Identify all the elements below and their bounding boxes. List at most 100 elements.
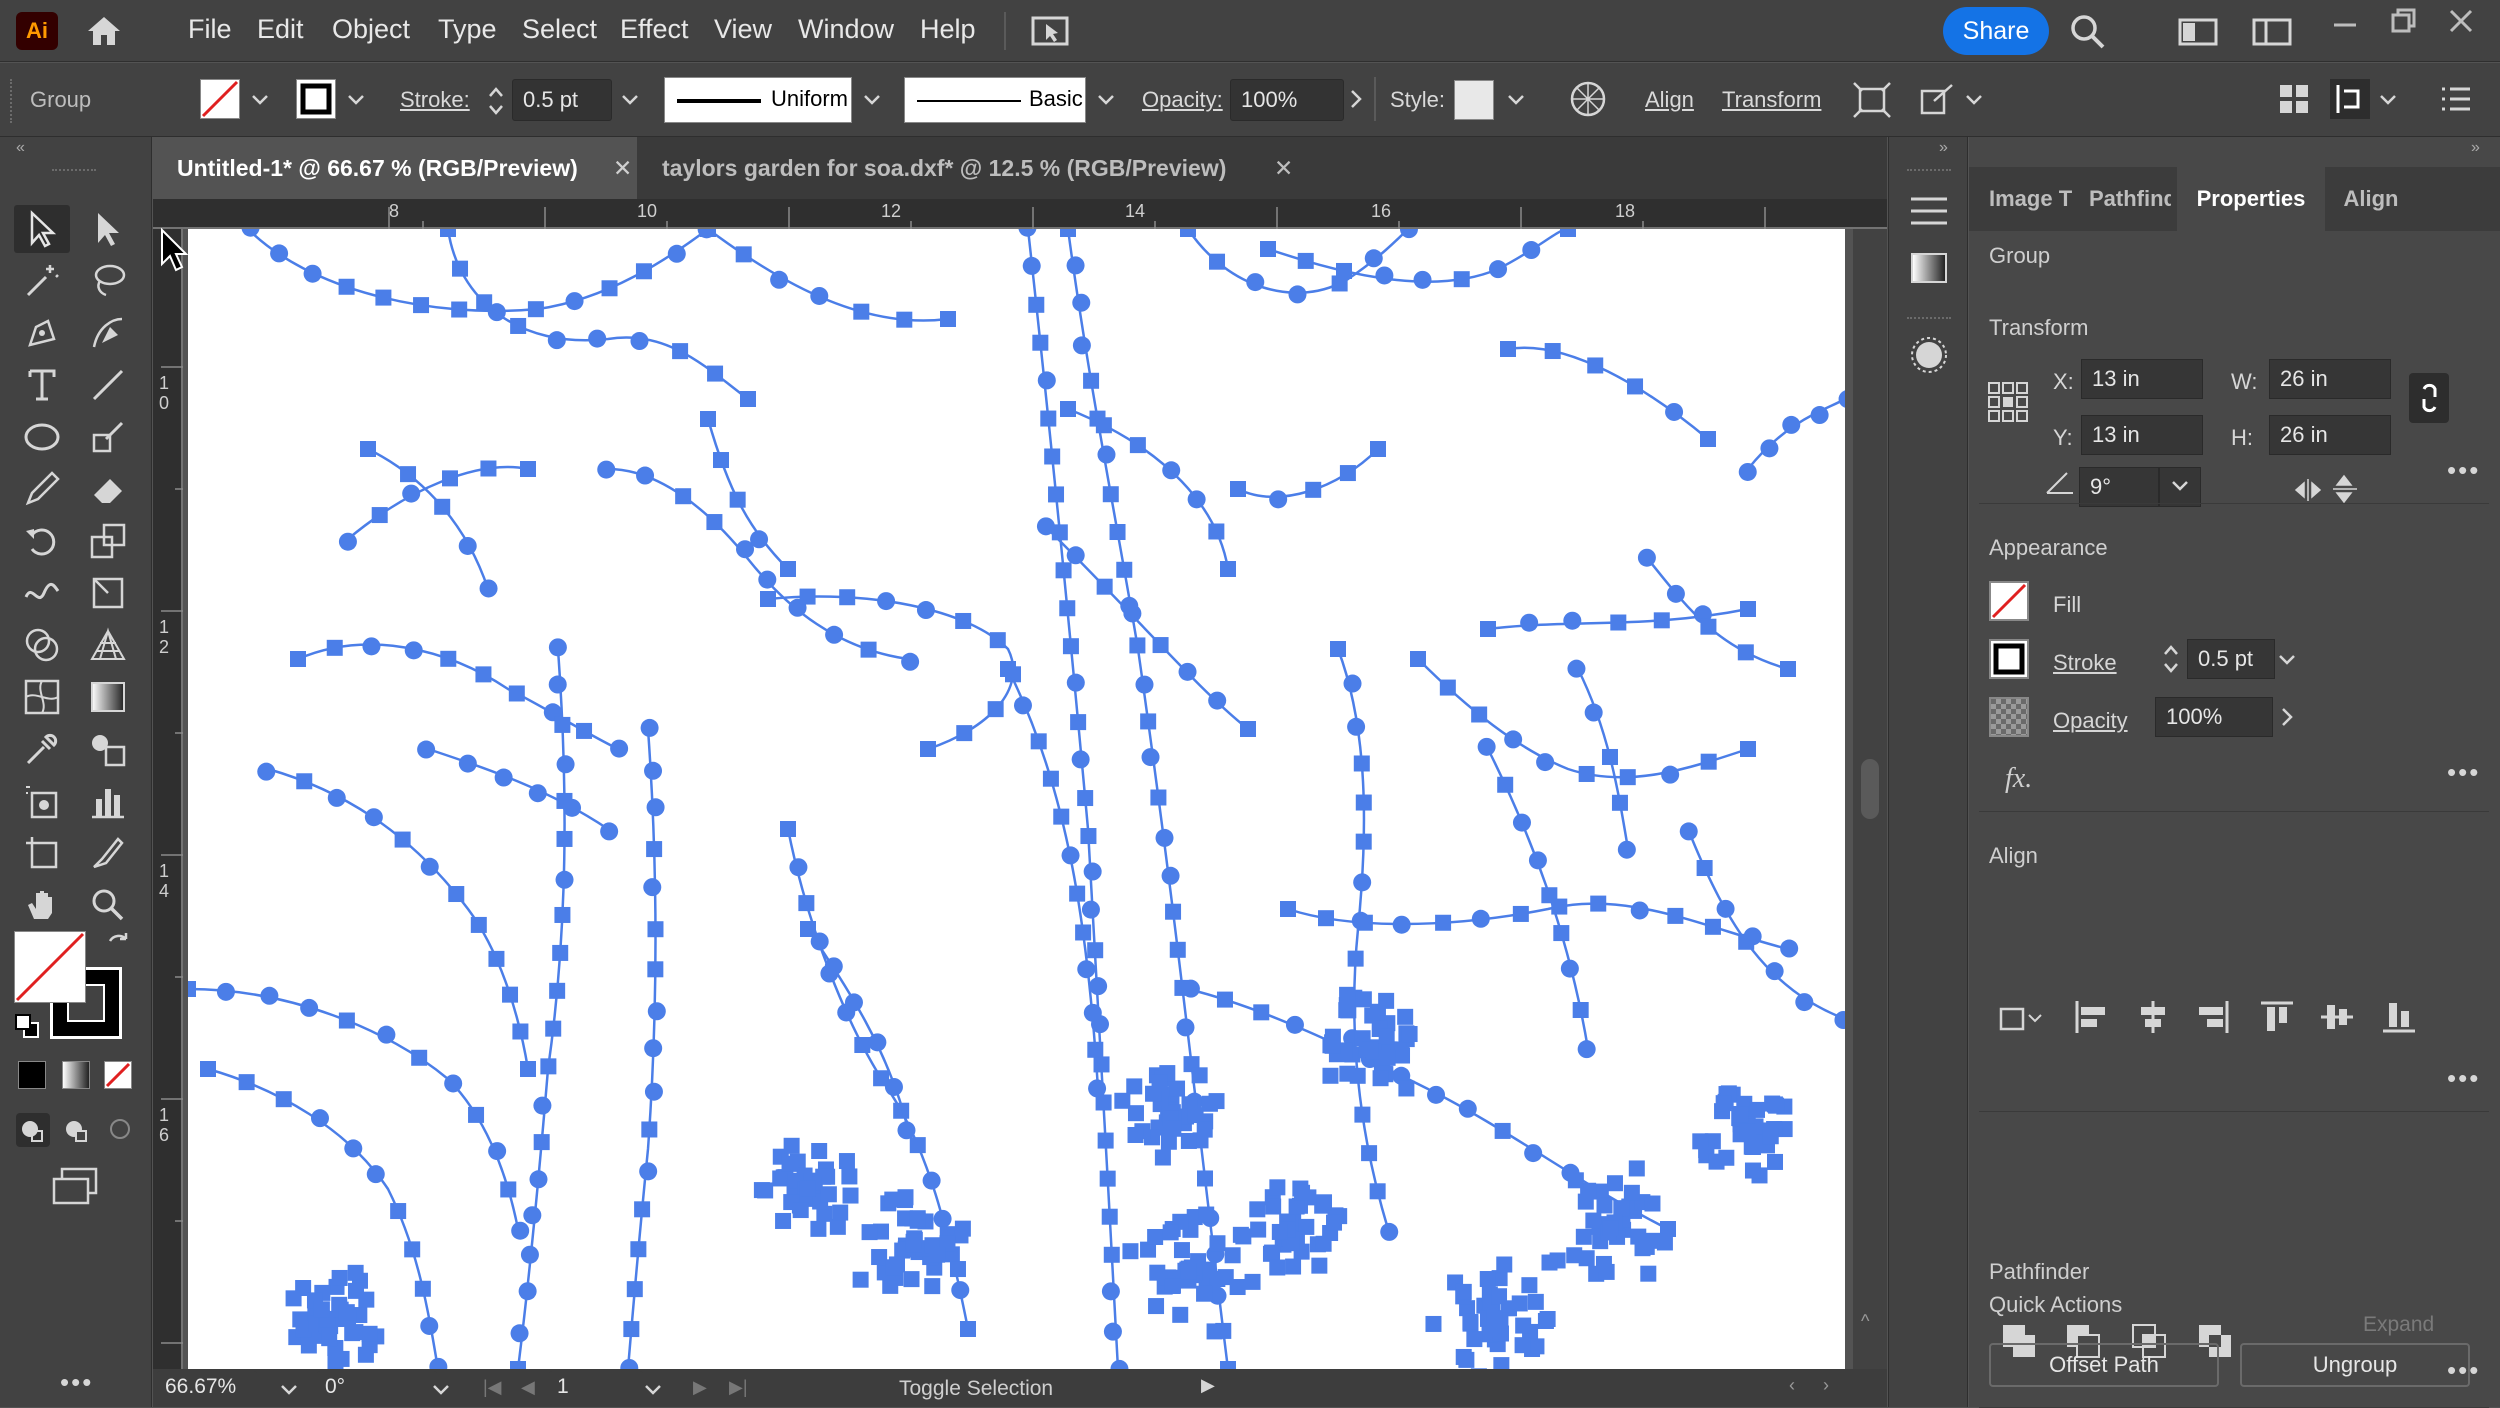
anchor-point[interactable] [1601,748,1618,765]
anchor-point[interactable] [1114,1092,1131,1109]
anchor-point[interactable] [1155,828,1174,847]
anchor-point[interactable] [1089,977,1108,996]
anchor-point[interactable] [1704,918,1721,935]
anchor-point[interactable] [1097,445,1116,464]
anchor-point[interactable] [1810,406,1829,425]
menu-object[interactable]: Object [332,14,410,45]
anchor-point[interactable] [1692,1133,1709,1150]
anchor-point[interactable] [1744,1162,1761,1179]
anchor-point[interactable] [1521,1277,1538,1294]
next-artboard-icon[interactable]: ▶ [693,1377,707,1398]
anchor-point[interactable] [1627,378,1644,395]
anchor-point[interactable] [740,391,756,407]
anchor-point[interactable] [597,460,616,479]
anchor-point[interactable] [1780,939,1799,958]
anchor-point[interactable] [842,1187,859,1204]
anchor-point[interactable] [1338,1002,1355,1019]
anchor-point[interactable] [729,491,746,508]
isolate-group-icon[interactable] [1916,81,1956,119]
anchor-point[interactable] [290,651,306,667]
anchor-point[interactable] [1315,1235,1332,1252]
anchor-point[interactable] [854,1037,871,1054]
pencil-tool-icon[interactable] [14,465,70,513]
tab-taylors-garden[interactable]: taylors garden for soa.dxf* @ 12.5 % (RG… [638,137,1300,199]
stroke-swatch[interactable] [1989,639,2029,679]
art-path[interactable] [1507,346,1709,440]
anchor-point[interactable] [667,244,686,263]
anchor-point[interactable] [1135,675,1154,694]
anchor-point[interactable] [1180,1263,1197,1280]
direct-selection-tool-icon[interactable] [80,205,136,253]
anchor-point[interactable] [960,1321,976,1337]
anchor-point[interactable] [1151,1074,1168,1091]
anchor-point[interactable] [951,1281,970,1300]
anchor-point[interactable] [327,1355,344,1369]
anchor-point[interactable] [1208,523,1225,540]
anchor-point[interactable] [556,830,573,847]
anchor-point[interactable] [1311,1257,1328,1274]
anchor-point[interactable] [1316,1194,1333,1211]
anchor-point[interactable] [839,589,856,606]
anchor-point[interactable] [429,1357,448,1369]
chevron-down-icon[interactable] [431,1383,451,1397]
anchor-point[interactable] [647,921,664,938]
anchor-point[interactable] [1567,659,1586,678]
anchor-point[interactable] [1397,1008,1414,1025]
panel-layout-icon[interactable] [2252,16,2292,48]
brush-definition[interactable]: Basic [904,77,1086,123]
anchor-point[interactable] [1553,925,1570,942]
anchor-point[interactable] [512,1023,529,1040]
status-menu-icon[interactable]: ▶ [1201,1375,1215,1396]
more-tools-icon[interactable]: ••• [60,1367,93,1398]
anchor-point[interactable] [1353,755,1370,772]
anchor-point[interactable] [1666,584,1685,603]
previous-artboard-icon[interactable]: ◀ [521,1377,535,1398]
anchor-point[interactable] [646,841,663,858]
anchor-point[interactable] [811,1143,828,1160]
anchor-point[interactable] [300,1337,317,1354]
tab-properties[interactable]: Properties [2177,167,2325,231]
anchor-point[interactable] [1042,770,1059,787]
anchor-point[interactable] [260,986,279,1005]
warp-tool-icon[interactable] [14,569,70,617]
anchor-point[interactable] [1102,486,1119,503]
scroll-up-icon[interactable]: ^ [1861,1311,1869,1332]
anchor-point[interactable] [565,292,584,311]
rotate-angle-icon[interactable] [2045,469,2075,495]
opacity-input[interactable]: 100% [2155,697,2273,737]
anchor-point[interactable] [792,1202,809,1219]
anchor-point[interactable] [488,950,505,967]
anchor-point[interactable] [643,878,662,897]
anchor-point[interactable] [838,1153,855,1170]
anchor-point[interactable] [1322,1067,1339,1084]
anchor-point[interactable] [1269,490,1288,509]
fill-swatch[interactable] [1989,581,2029,621]
anchor-point[interactable] [1425,1315,1442,1332]
anchor-point[interactable] [630,331,649,350]
anchor-point[interactable] [1071,750,1090,769]
anchor-point[interactable] [1055,562,1072,579]
rotate-angle-input[interactable]: 9° [2079,467,2159,507]
anchor-point[interactable] [1062,638,1079,655]
anchor-point[interactable] [1220,1361,1236,1369]
anchor-point[interactable] [700,411,716,427]
anchor-point[interactable] [1080,828,1097,845]
anchor-point[interactable] [1129,637,1146,654]
anchor-point[interactable] [824,957,843,976]
anchor-point[interactable] [1718,1149,1735,1166]
anchor-point[interactable] [707,365,724,382]
anchor-point[interactable] [347,1264,364,1281]
anchor-point[interactable] [1305,481,1322,498]
anchor-point[interactable] [1380,1222,1399,1241]
anchor-point[interactable] [1335,262,1352,279]
anchor-point[interactable] [420,857,439,876]
anchor-point[interactable] [296,773,313,790]
anchor-point[interactable] [1285,1258,1302,1275]
anchor-point[interactable] [451,301,468,318]
shape-builder-tool-icon[interactable] [14,621,70,669]
anchor-point[interactable] [1048,486,1065,503]
align-to-selection-icon[interactable] [2330,79,2370,119]
anchor-point[interactable] [758,570,777,589]
anchor-point[interactable] [554,716,571,733]
anchor-point[interactable] [1030,733,1047,750]
